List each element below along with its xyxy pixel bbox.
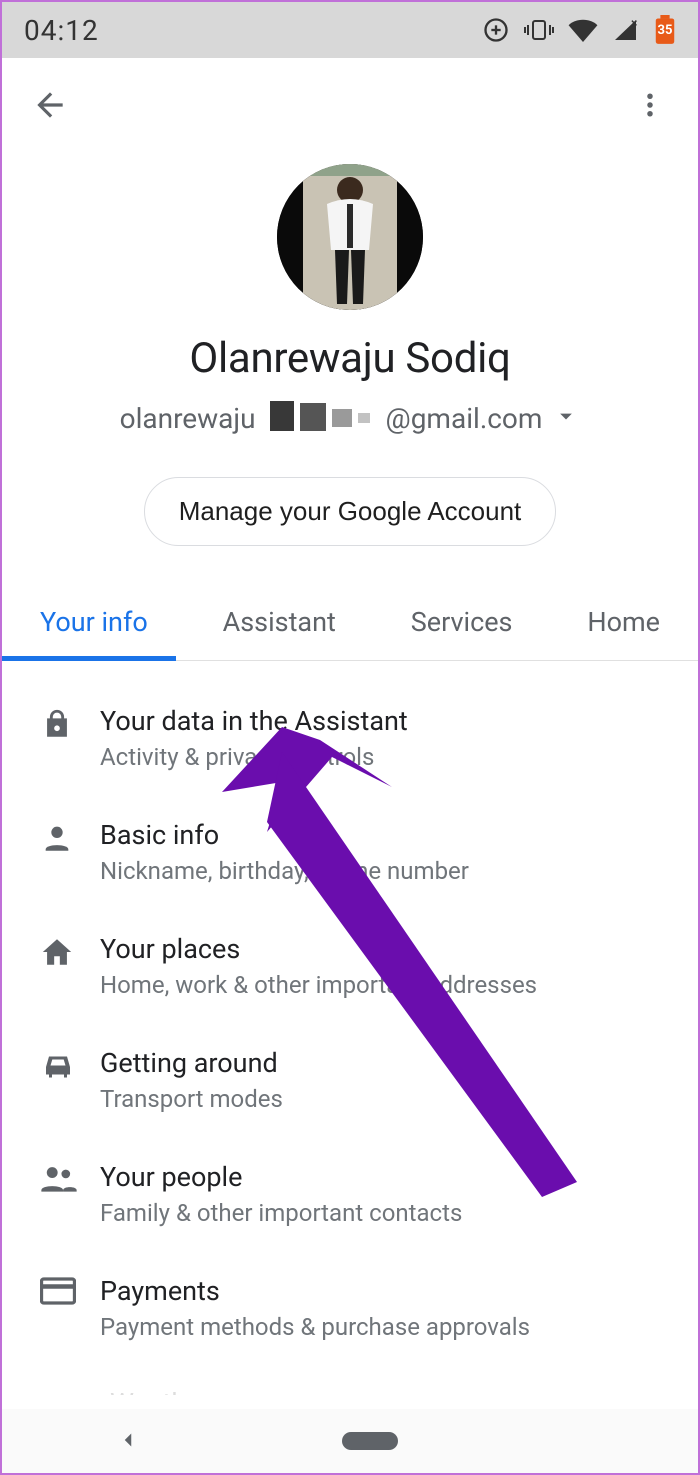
- status-time: 04:12: [24, 14, 99, 47]
- account-switcher[interactable]: olanrewaju @gmail.com: [120, 401, 581, 435]
- person-icon: [40, 821, 74, 859]
- email-prefix: olanrewaju: [120, 402, 256, 435]
- item-title: Your people: [100, 1161, 668, 1193]
- nav-home-pill[interactable]: [342, 1432, 398, 1450]
- item-title: Basic info: [100, 819, 668, 851]
- people-icon: [40, 1163, 78, 1197]
- overflow-menu-button[interactable]: [626, 82, 674, 130]
- item-title: Getting around: [100, 1047, 668, 1079]
- item-basic-info[interactable]: Basic info Nickname, birthday, phone num…: [2, 795, 698, 909]
- tab-services[interactable]: Services: [411, 590, 513, 660]
- tabs: Your info Assistant Services Home: [2, 590, 698, 661]
- settings-list: Your data in the Assistant Activity & pr…: [2, 661, 698, 1365]
- item-title: Your data in the Assistant: [100, 705, 668, 737]
- wifi-icon: [568, 18, 598, 42]
- add-alarm-icon: [482, 16, 510, 44]
- signal-icon: ×: [612, 18, 640, 42]
- item-title: Payments: [100, 1275, 668, 1307]
- chevron-down-icon: [552, 402, 580, 434]
- tab-your-info[interactable]: Your info: [40, 590, 148, 660]
- item-sub: Transport modes: [100, 1085, 668, 1113]
- app-bar: [2, 58, 698, 154]
- card-icon: [40, 1277, 76, 1309]
- battery-percent: 35: [658, 23, 673, 38]
- email-suffix: @gmail.com: [386, 402, 543, 435]
- status-icons: × 35: [482, 15, 676, 45]
- avatar[interactable]: [277, 164, 423, 310]
- system-nav-bar: [2, 1409, 698, 1473]
- item-your-people[interactable]: Your people Family & other important con…: [2, 1137, 698, 1251]
- chevron-left-icon: [115, 1427, 141, 1456]
- item-sub: Payment methods & purchase approvals: [100, 1313, 668, 1341]
- display-name: Olanrewaju Sodiq: [189, 334, 510, 383]
- status-bar: 04:12 × 35: [2, 2, 698, 58]
- svg-text:×: ×: [631, 18, 637, 30]
- vibrate-icon: [524, 16, 554, 44]
- nav-back-button[interactable]: [104, 1417, 152, 1465]
- item-sub: Home, work & other important addresses: [100, 971, 668, 999]
- arrow-back-icon: [31, 86, 69, 127]
- item-payments[interactable]: Payments Payment methods & purchase appr…: [2, 1251, 698, 1365]
- tab-indicator: [2, 656, 176, 661]
- manage-account-button[interactable]: Manage your Google Account: [144, 477, 557, 546]
- item-weather-peek: Weather: [110, 1387, 210, 1395]
- battery-icon: 35: [654, 15, 676, 45]
- item-sub: Family & other important contacts: [100, 1199, 668, 1227]
- item-your-data[interactable]: Your data in the Assistant Activity & pr…: [2, 681, 698, 795]
- car-icon: [40, 1049, 76, 1083]
- back-button[interactable]: [26, 82, 74, 130]
- tab-assistant[interactable]: Assistant: [223, 590, 336, 660]
- profile-header: Olanrewaju Sodiq olanrewaju @gmail.com M…: [2, 154, 698, 546]
- item-title: Your places: [100, 933, 668, 965]
- home-icon: [40, 935, 74, 973]
- email-redacted: [266, 401, 376, 435]
- item-sub: Nickname, birthday, phone number: [100, 857, 668, 885]
- more-vert-icon: [635, 90, 665, 123]
- tab-home[interactable]: Home: [587, 590, 660, 660]
- lock-icon: [40, 707, 74, 745]
- item-getting-around[interactable]: Getting around Transport modes: [2, 1023, 698, 1137]
- item-sub: Activity & privacy controls: [100, 743, 668, 771]
- item-your-places[interactable]: Your places Home, work & other important…: [2, 909, 698, 1023]
